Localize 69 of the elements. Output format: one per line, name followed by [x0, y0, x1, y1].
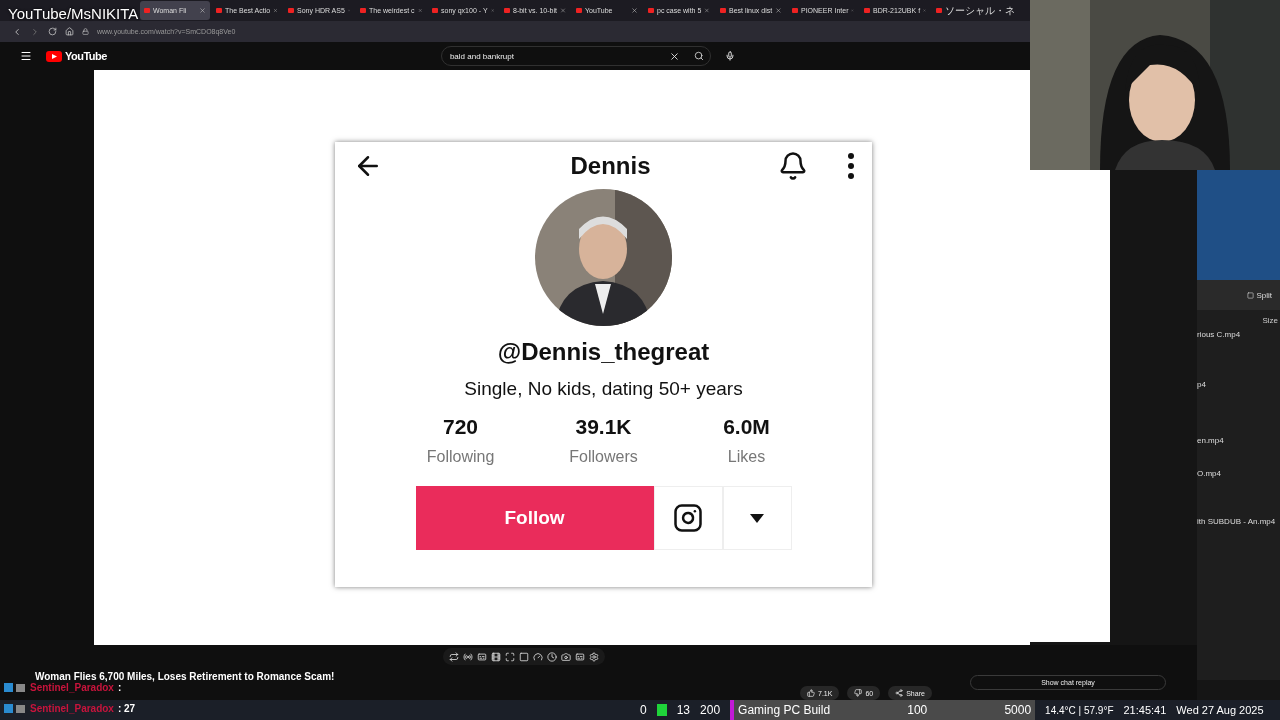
lock-icon [82, 28, 89, 35]
youtube-logo[interactable]: YouTube [46, 50, 107, 62]
video-title: Woman Flies 6,700 Miles, Loses Retirement to Romance Scam! [35, 671, 336, 682]
file-name[interactable]: p4 [1197, 380, 1280, 436]
counter-text: 0 [640, 703, 647, 717]
channel-overlay-text: YouTube/MsNIKITA [8, 5, 139, 22]
toolbar-icon[interactable] [490, 651, 501, 662]
close-icon[interactable] [775, 7, 782, 14]
stat-label: Followers [569, 448, 638, 466]
badge-icon [4, 703, 26, 714]
file-name[interactable]: ith SUBDUB - An.mp4 [1197, 517, 1280, 557]
stat-value: 39.1K [575, 415, 632, 439]
home-icon[interactable] [65, 27, 74, 36]
thumbs-up-icon [807, 689, 815, 697]
follow-button[interactable]: Follow [415, 486, 654, 550]
status-icon [656, 704, 667, 716]
close-icon[interactable] [273, 7, 278, 14]
back-icon[interactable] [12, 26, 22, 37]
close-icon[interactable] [199, 7, 206, 14]
badge-icon [4, 682, 26, 693]
share-icon [895, 689, 904, 697]
toolbar-icon[interactable] [518, 651, 529, 662]
profile-bio: Single, No kids, dating 50+ years [464, 378, 743, 400]
more-icon [848, 153, 854, 179]
profile-handle: @Dennis_thegreat [497, 338, 710, 366]
search-icon[interactable] [693, 50, 704, 61]
menu-icon[interactable] [20, 50, 32, 62]
stat-value: 6.0M [723, 415, 770, 439]
chat-username: Sentinel_Paradox [30, 682, 114, 693]
weather-text: 14.4°C | 57.9°F [1045, 704, 1114, 716]
scene-name: Gaming PC Build [738, 703, 831, 717]
clock-date: Wed 27 Aug 2025 [1176, 704, 1264, 716]
file-name[interactable]: O.mp4 [1197, 469, 1280, 517]
toolbar-icon[interactable] [546, 651, 557, 662]
toolbar-icon[interactable] [448, 651, 459, 662]
clear-icon[interactable] [668, 50, 680, 62]
chat-message: : 27 [117, 703, 136, 714]
scene-value: 5000 [1004, 703, 1032, 717]
counter-text: 13 [676, 703, 691, 717]
chat-message: : [117, 682, 122, 693]
split-icon [1247, 291, 1255, 299]
thumbs-down-icon [854, 689, 863, 697]
split-button[interactable]: Split [1247, 290, 1272, 300]
profile-name: Dennis [570, 152, 651, 180]
close-icon[interactable] [631, 7, 638, 14]
clock-time: 21:45:41 [1123, 704, 1167, 716]
file-name[interactable]: rious C.mp4 [1197, 330, 1280, 380]
chat-username: Sentinel_Paradox [30, 703, 114, 714]
stat-label: Following [426, 448, 495, 466]
reload-icon[interactable] [48, 27, 57, 36]
toolbar-icon[interactable] [574, 651, 585, 662]
column-header[interactable]: Size [1262, 315, 1278, 325]
toolbar-icon[interactable] [560, 651, 571, 662]
toolbar-icon[interactable] [462, 651, 473, 662]
caret-icon [750, 513, 764, 523]
close-icon[interactable] [559, 7, 566, 14]
stat-value: 720 [442, 415, 478, 439]
bell-icon [778, 151, 808, 181]
file-name[interactable]: en.mp4 [1197, 436, 1280, 469]
toolbar-icon[interactable] [588, 651, 599, 662]
toolbar-icon[interactable] [504, 651, 515, 662]
microphone-icon[interactable] [724, 51, 735, 61]
scene-value: 100 [907, 703, 928, 717]
instagram-icon [673, 503, 703, 533]
instagram-button[interactable] [653, 486, 723, 550]
stat-label: Likes [727, 448, 766, 466]
toolbar-icon[interactable] [532, 651, 543, 662]
toolbar-icon[interactable] [476, 651, 487, 662]
counter-text: 200 [700, 703, 721, 717]
